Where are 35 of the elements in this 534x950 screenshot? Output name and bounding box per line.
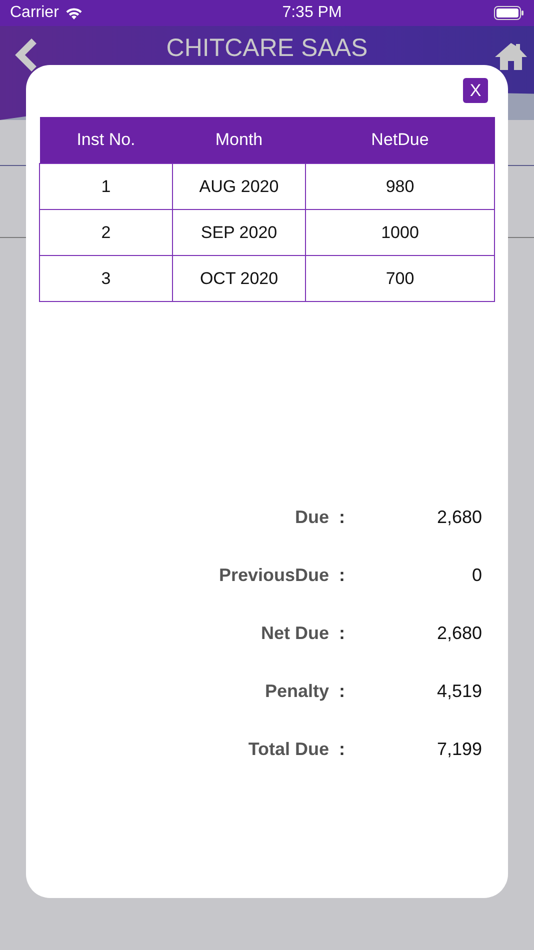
wifi-icon <box>64 6 83 20</box>
colon-separator: : <box>338 564 346 586</box>
column-header: NetDue <box>306 117 494 164</box>
table-cell: 2 <box>40 210 172 256</box>
summary-label: Penalty <box>264 680 329 702</box>
colon-separator: : <box>338 622 346 644</box>
summary-value: 7,199 <box>436 738 482 760</box>
carrier-label: Carrier <box>10 4 59 22</box>
table-cell: 1000 <box>306 210 494 256</box>
table-cell: 3 <box>40 256 172 302</box>
summary-value: 2,680 <box>436 622 482 644</box>
app-title: CHITCARE SAAS <box>166 34 368 63</box>
close-button[interactable]: X <box>463 78 488 103</box>
table-cell: 700 <box>306 256 494 302</box>
column-header: Month <box>172 117 306 164</box>
summary-label: Due <box>294 506 329 528</box>
table-cell: SEP 2020 <box>172 210 306 256</box>
summary-value: 2,680 <box>436 506 482 528</box>
battery-icon <box>494 6 524 20</box>
summary-label: PreviousDue <box>218 564 329 586</box>
summary-label: Total Due <box>247 738 329 760</box>
colon-separator: : <box>338 738 346 760</box>
home-icon[interactable] <box>494 41 528 71</box>
table-cell: 980 <box>306 164 494 210</box>
summary-value: 4,519 <box>436 680 482 702</box>
table-cell: AUG 2020 <box>172 164 306 210</box>
summary-value: 0 <box>470 564 482 586</box>
table-cell: OCT 2020 <box>172 256 306 302</box>
summary-label: Net Due <box>260 622 329 644</box>
colon-separator: : <box>338 506 346 528</box>
status-time: 7:35 PM <box>282 4 342 22</box>
table-cell: 1 <box>40 164 172 210</box>
back-icon[interactable] <box>14 38 38 72</box>
colon-separator: : <box>338 680 346 702</box>
column-header: Inst No. <box>40 117 172 164</box>
